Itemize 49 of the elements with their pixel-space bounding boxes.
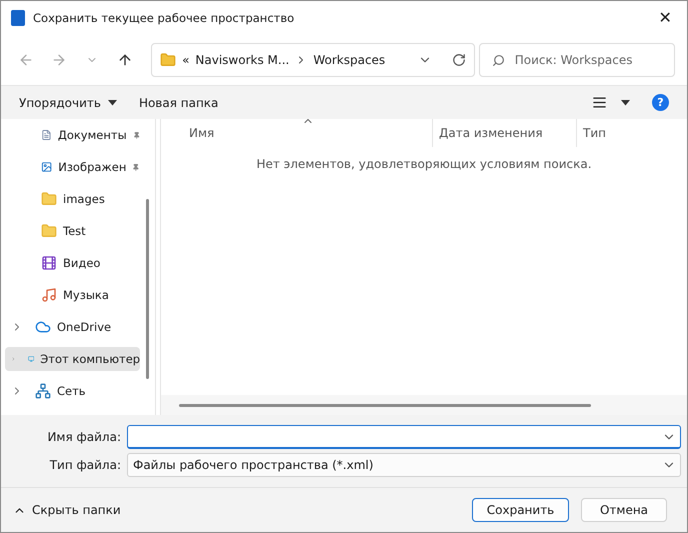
refresh-icon[interactable] [452, 53, 466, 67]
caret-icon [108, 100, 117, 106]
column-header[interactable]: Имя [161, 119, 433, 147]
sidebar-item[interactable]: OneDrive [5, 315, 140, 339]
sidebar-item[interactable]: Test [5, 219, 140, 243]
list-view-icon [592, 95, 607, 110]
help-button[interactable]: ? [652, 94, 669, 111]
film-icon [41, 255, 57, 271]
field-label: Тип файла: [48, 458, 121, 472]
search-field[interactable]: Поиск: Workspaces [478, 43, 675, 77]
breadcrumb[interactable]: Workspaces [313, 53, 386, 67]
sidebar-item[interactable]: Этот компьютер [5, 347, 140, 371]
document-icon [41, 127, 52, 143]
sidebar-item[interactable]: Музыка [5, 283, 140, 307]
overflow-crumb[interactable]: « [182, 53, 190, 67]
breadcrumb[interactable]: Navisworks M... [195, 53, 290, 67]
sidebar-item[interactable]: Сеть [5, 379, 140, 403]
search-icon [492, 54, 505, 66]
sidebar-item[interactable]: Изображен [5, 155, 140, 179]
file-name-field[interactable] [127, 425, 681, 449]
scrollbar-thumb[interactable] [179, 404, 591, 406]
new-folder-button[interactable]: Новая папка [138, 96, 218, 110]
window-title: Сохранить текущее рабочее пространство [33, 11, 296, 25]
network-icon [35, 383, 51, 399]
folder-icon [160, 52, 176, 68]
close-button[interactable]: ✕ [643, 1, 687, 35]
save-button[interactable]: Сохранить [472, 498, 569, 522]
scrollbar-thumb[interactable] [146, 199, 150, 379]
cancel-button[interactable]: Отмена [581, 498, 667, 522]
address-bar[interactable]: « Navisworks M... Workspaces [151, 43, 475, 77]
file-type-dropdown[interactable]: Файлы рабочего пространства (*.xml) [127, 453, 681, 477]
music-note-icon [41, 287, 57, 303]
pin-icon [132, 162, 140, 172]
organize-menu-button[interactable]: Упорядочить [19, 96, 117, 110]
pin-icon [132, 130, 140, 140]
hide-folders-button[interactable]: Скрыть папки [13, 503, 121, 517]
empty-message: Нет элементов, удовлетворяющих условиям поиска. [256, 157, 592, 171]
sidebar-item[interactable]: Документы [5, 123, 140, 147]
folder-icon [41, 223, 57, 239]
sidebar-item[interactable]: Видео [5, 251, 140, 275]
cloud-icon [35, 319, 51, 335]
caret-icon [621, 100, 630, 106]
sidebar-item[interactable]: images [5, 187, 140, 211]
column-header[interactable]: Тип [577, 119, 677, 147]
folder-icon [41, 191, 57, 207]
app-logo-icon [11, 10, 25, 26]
column-header[interactable]: Дата изменения [433, 119, 577, 147]
field-label: Имя файла: [46, 430, 121, 444]
view-menu-button[interactable] [592, 95, 630, 110]
